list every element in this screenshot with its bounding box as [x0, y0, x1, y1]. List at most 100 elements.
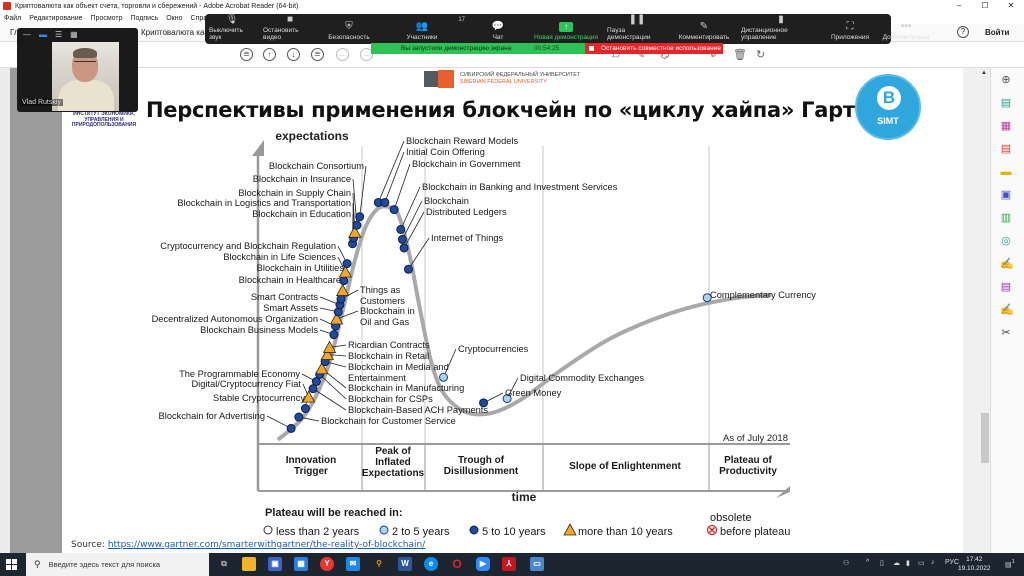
maximize-button[interactable]: ☐	[972, 0, 998, 12]
scroll-up-icon[interactable]: ▲	[981, 70, 987, 76]
technology-label: Blockchain in Retail	[348, 351, 429, 361]
notifications-icon[interactable]: ▤1	[1005, 559, 1015, 568]
opera-icon[interactable]: O	[450, 557, 464, 571]
export-pdf-icon[interactable]: ▤	[1000, 97, 1012, 110]
technology-label: Blockchain for Advertising	[159, 411, 265, 421]
acrobat-taskbar-icon[interactable]: ⅄	[502, 557, 516, 571]
scrollbar-thumb[interactable]	[981, 413, 989, 463]
volume-icon[interactable]: ♪	[931, 559, 935, 566]
previous-page-icon[interactable]: ↑	[263, 48, 276, 61]
rotate-icon[interactable]: ↻	[756, 48, 765, 61]
network-icon[interactable]: ▭	[918, 559, 925, 567]
zoom-toolbar-label: Участники	[406, 34, 438, 41]
technology-label: Internet of Things	[431, 233, 504, 243]
technology-label: Blockchain Business Models	[200, 325, 318, 335]
last-page-icon[interactable]: ≘	[311, 48, 324, 61]
start-button[interactable]	[6, 559, 17, 570]
5-to-10-years-marker	[389, 205, 399, 215]
remote-desktop-icon[interactable]: ▭	[530, 557, 544, 571]
zoom-microphone-button[interactable]: 🎙 Выключить звук	[205, 14, 259, 44]
protect-icon[interactable]: ▤	[1000, 281, 1012, 294]
edge-icon[interactable]: e	[424, 557, 438, 571]
stop-share-button[interactable]: Остановить совместное использование	[585, 43, 723, 54]
technology-label-line: Blockchain in Media and	[348, 362, 449, 372]
microphone-tray-icon[interactable]: ▮	[906, 559, 910, 567]
first-page-icon[interactable]: ≘	[240, 48, 253, 61]
institute-logo: ИНСТИТУТ ЭКОНОМИКИ, УПРАВЛЕНИЯ И ПРИРОДО…	[68, 111, 140, 129]
clock-date: 19.10.2022	[958, 565, 991, 572]
tools-icon[interactable]: ✂	[1000, 327, 1012, 340]
clock[interactable]: 17:42 19.10.2022	[958, 555, 991, 573]
gallery-view-icon[interactable]: ▦	[70, 31, 78, 39]
edit-pdf-icon[interactable]: ▥	[1000, 212, 1012, 225]
zoom-shield-button[interactable]: ⛨ Безопасность	[321, 14, 377, 44]
technology-label: Blockchain in Supply Chain	[238, 188, 351, 198]
close-button[interactable]: ✕	[998, 0, 1024, 12]
technology-label: Digital/Cryptocurrency Fiat	[191, 379, 301, 389]
source-link[interactable]: https://www.gartner.com/smarterwithgartn…	[108, 540, 425, 550]
phase-label-line: Innovation	[286, 455, 337, 466]
menu-sign[interactable]: Подпись	[131, 15, 159, 22]
task-view-icon[interactable]: ⧉	[217, 557, 231, 571]
zoom-new-share-button[interactable]: ↑ Новая демонстрация	[529, 14, 603, 44]
zoom-search-icon[interactable]: ⊕	[1000, 74, 1012, 87]
file-explorer-icon[interactable]	[242, 557, 256, 571]
next-page-icon[interactable]: ↓	[287, 48, 300, 61]
delete-icon[interactable]: 🗑	[733, 48, 747, 61]
menu-view[interactable]: Просмотр	[91, 15, 123, 22]
minimize-video-icon[interactable]: —	[23, 31, 31, 39]
taskbar-search[interactable]: ⚲ Введите здесь текст для поиска	[26, 553, 209, 576]
menu-window[interactable]: Окно	[166, 15, 182, 22]
zoom-pause-button[interactable]: ❚❚ Пауза демонстрации	[603, 14, 671, 44]
technology-label: Blockchain in Healthcare	[239, 275, 341, 285]
zoom-participants-button[interactable]: 👥 Участники 17	[377, 14, 467, 44]
technology-label: Smart Assets	[263, 303, 318, 313]
login-button[interactable]: Войти	[985, 28, 1009, 37]
send-for-signature-icon[interactable]: ✍	[1000, 304, 1014, 317]
technology-label: Decentralized Autonomous Organization	[152, 314, 318, 324]
scan-icon[interactable]: ◎	[1000, 235, 1012, 248]
phase-label-line: Expectations	[362, 468, 425, 479]
zoom-app-icon[interactable]: ▶	[476, 557, 490, 571]
source-line: Source: https://www.gartner.com/smarterw…	[71, 540, 425, 550]
zoom-chat-button[interactable]: 💬 Чат	[467, 14, 529, 44]
create-pdf-icon[interactable]: ▤	[1000, 143, 1012, 156]
strip-view-icon[interactable]: ☰	[55, 31, 62, 39]
onedrive-icon[interactable]: ☁	[893, 559, 900, 567]
zoom-annotate-button[interactable]: ✎ Комментировать	[671, 14, 737, 44]
zoom-more-button[interactable]: ••• Дополнительно	[875, 14, 937, 44]
back-icon[interactable]: ←	[336, 48, 349, 61]
people-icon[interactable]: ⚇	[843, 559, 849, 567]
zoom-meeting-toolbar: 🎙 Выключить звук ■ Остановить видео ⛨ Безопас…	[205, 14, 929, 44]
shield-icon: ⛨	[345, 21, 353, 32]
help-icon[interactable]: ?	[957, 26, 969, 38]
technology-label: Cryptocurrencies	[458, 344, 529, 354]
fill-sign-icon[interactable]: ✍	[1000, 258, 1014, 271]
speaker-view-icon[interactable]: ▬	[39, 31, 47, 39]
menu-file[interactable]: Файл	[4, 15, 21, 22]
university-name-ru: СИБИРСКИЙ ФЕДЕРАЛЬНЫЙ УНИВЕРСИТЕТ	[460, 72, 581, 78]
tray-expand-icon[interactable]: ^	[866, 559, 869, 566]
legend-label: less than 2 years	[276, 526, 360, 538]
organize-pages-icon[interactable]: ▦	[1000, 120, 1012, 133]
yandex-browser-icon[interactable]: Y	[320, 557, 334, 571]
word-icon[interactable]: W	[398, 557, 412, 571]
more-icon: •••	[900, 21, 912, 32]
vertical-scrollbar[interactable]: ▲	[980, 68, 990, 553]
language-indicator[interactable]: РУС	[945, 559, 959, 566]
zoom-apps-button[interactable]: ⛶ Приложения	[825, 14, 875, 44]
menu-edit[interactable]: Редактирование	[29, 15, 82, 22]
save-app-icon[interactable]: ▣	[268, 557, 282, 571]
technology-label: Smart Contracts	[251, 292, 319, 302]
search-app-icon[interactable]: ⚲	[372, 557, 386, 571]
comment-icon[interactable]: ▬	[1000, 166, 1012, 179]
mail-icon[interactable]: ✉	[346, 557, 360, 571]
store-icon[interactable]: ▦	[294, 557, 308, 571]
zoom-video-camera-button[interactable]: ■ Остановить видео	[259, 14, 321, 44]
tab-document[interactable]: Криптовалюта как	[141, 28, 208, 37]
minimize-button[interactable]: –	[946, 0, 972, 12]
combine-files-icon[interactable]: ▣	[1000, 189, 1012, 202]
meet-now-icon[interactable]: ▯	[880, 559, 884, 567]
participant-video-window[interactable]: — ▬ ☰ ▦ Vlad Rutskiy	[17, 28, 138, 112]
zoom-remote-control-button[interactable]: ▮ Дистанционное управление	[737, 14, 825, 44]
